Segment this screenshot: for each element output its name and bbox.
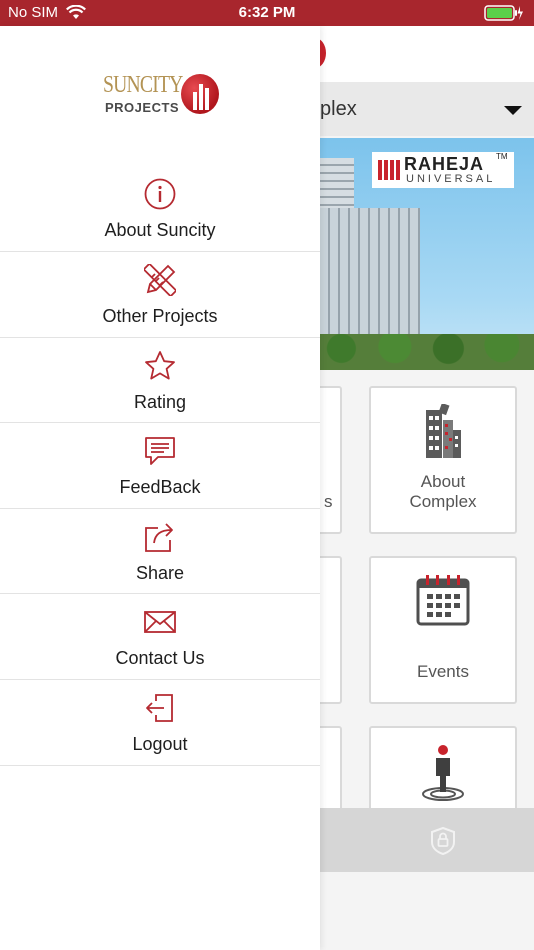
menu-item-label: Contact Us <box>115 648 205 669</box>
header-logo-fragment <box>320 38 326 68</box>
menu-item-about-suncity[interactable]: About Suncity <box>0 166 320 252</box>
dropdown-caret-icon <box>504 106 522 115</box>
navigation-drawer: SUNCITY PROJECTS About Suncity Other Pro… <box>0 26 320 950</box>
events-tile[interactable]: Events <box>369 556 517 704</box>
buildings-icon <box>423 402 463 465</box>
person-location-icon <box>421 742 465 807</box>
tile-left-2[interactable] <box>320 556 342 704</box>
background-page: plex RAHEJA UNIVERSAL TM s About Complex… <box>320 26 534 950</box>
menu-item-contact-us[interactable]: Contact Us <box>0 594 320 680</box>
menu-item-label: Rating <box>133 391 187 412</box>
menu-item-label: FeedBack <box>119 477 201 498</box>
menu-item-rating[interactable]: Rating <box>0 338 320 424</box>
star-icon <box>144 350 176 382</box>
raheja-logo-mark <box>378 160 400 180</box>
clock: 6:32 PM <box>238 4 296 21</box>
menu-item-share[interactable]: Share <box>0 509 320 595</box>
menu-item-label: Share <box>135 562 185 583</box>
complex-selector[interactable]: plex <box>320 82 534 136</box>
tile-left-1-label-fragment: s <box>324 492 333 511</box>
envelope-icon <box>144 606 176 638</box>
page-header <box>320 26 534 82</box>
menu-item-label: Logout <box>132 733 188 754</box>
menu-item-label: About Suncity <box>104 220 216 240</box>
about-complex-tile[interactable]: About Complex <box>369 386 517 534</box>
calendar-icon <box>416 574 470 633</box>
suncity-logo-sub: PROJECTS <box>105 100 180 115</box>
share-icon <box>144 521 176 553</box>
menu-item-logout[interactable]: Logout <box>0 680 320 766</box>
chat-bubble-icon <box>144 435 176 467</box>
status-bar: No SIM 6:32 PM <box>0 0 534 26</box>
suncity-logo: SUNCITY PROJECTS <box>103 70 221 122</box>
about-complex-label: About Complex <box>409 472 477 511</box>
shield-lock-icon[interactable] <box>430 826 456 861</box>
raheja-logo-title: RAHEJA <box>404 154 485 174</box>
menu-item-label: Other Projects <box>102 306 218 326</box>
raheja-logo: RAHEJA UNIVERSAL TM <box>372 152 514 188</box>
tree-line <box>320 334 534 370</box>
info-icon <box>144 178 176 210</box>
suncity-logo-name: SUNCITY <box>103 72 183 98</box>
complex-selector-value: plex <box>320 98 357 120</box>
raheja-logo-subtitle: UNIVERSAL <box>406 173 496 185</box>
logout-icon <box>144 692 176 724</box>
bottom-bar <box>320 808 534 872</box>
complex-banner-image: RAHEJA UNIVERSAL TM <box>320 138 534 370</box>
suncity-logo-mark <box>181 74 219 114</box>
menu-item-feedback[interactable]: FeedBack <box>0 423 320 509</box>
raheja-logo-tm: TM <box>496 152 508 161</box>
battery-icon <box>484 5 524 25</box>
pencil-ruler-icon <box>142 262 178 298</box>
drawer-menu: About Suncity Other Projects Rating Feed… <box>0 166 320 766</box>
tile-left-1[interactable]: s <box>320 386 342 534</box>
events-label: Events <box>417 662 469 681</box>
menu-item-other-projects[interactable]: Other Projects <box>0 252 320 338</box>
